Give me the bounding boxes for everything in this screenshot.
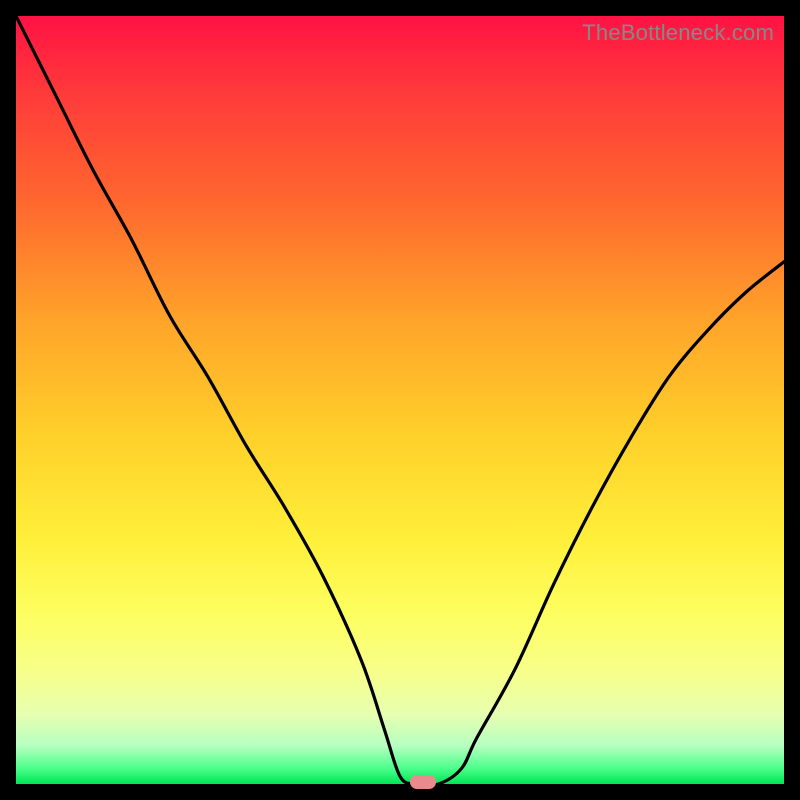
bottleneck-curve [16,16,784,784]
chart-plot-area: TheBottleneck.com [16,16,784,784]
curve-path [16,16,784,784]
optimum-marker [410,775,436,789]
chart-frame: TheBottleneck.com [0,0,800,800]
